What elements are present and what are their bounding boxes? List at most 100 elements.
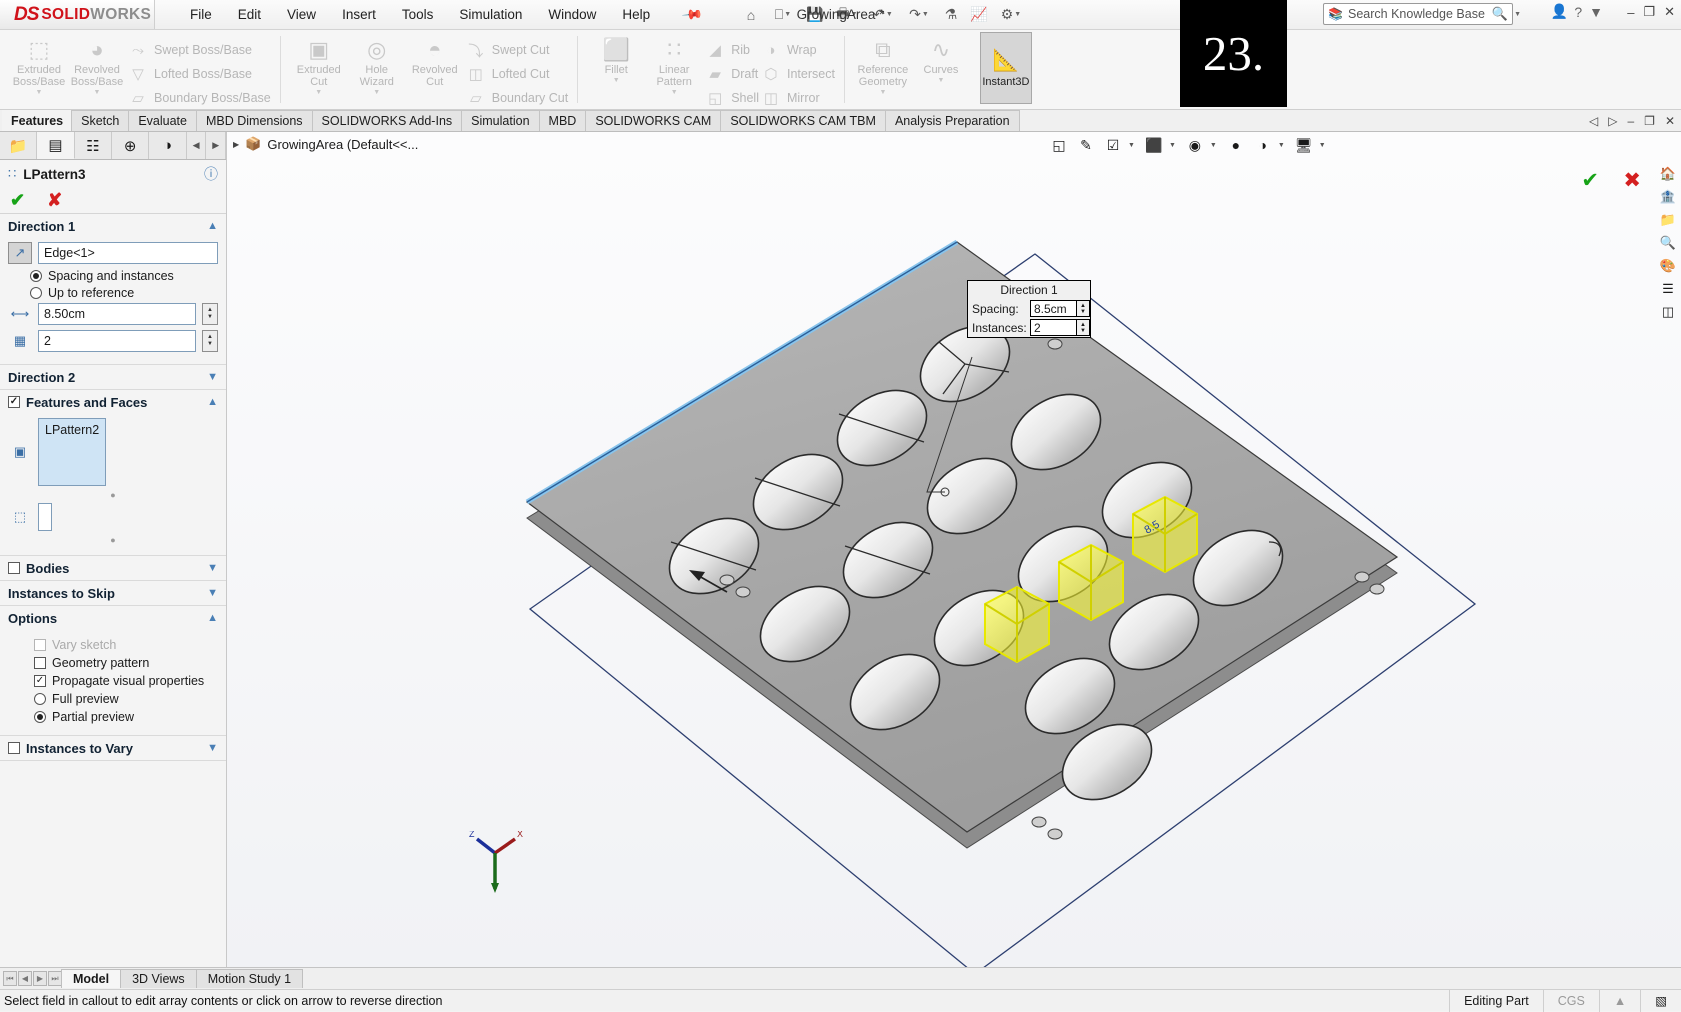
library-button[interactable]: 🏦 bbox=[1657, 187, 1679, 207]
instances-to-vary-header[interactable]: Instances to Vary ▼ bbox=[0, 736, 226, 760]
document-minimize-button[interactable]: – bbox=[1627, 114, 1634, 128]
tab-sketch[interactable]: Sketch bbox=[71, 110, 130, 131]
mounting-hole[interactable] bbox=[1369, 583, 1385, 595]
edit-appearance-button[interactable]: ● bbox=[1224, 134, 1248, 156]
last-tab-button[interactable]: ⏭ bbox=[48, 971, 62, 986]
features-list-box[interactable]: LPattern2 bbox=[38, 418, 107, 486]
tab-solidworks-add-ins[interactable]: SOLIDWORKS Add-Ins bbox=[311, 110, 463, 131]
tab-solidworks-cam-tbm[interactable]: SOLIDWORKS CAM TBM bbox=[720, 110, 886, 131]
chevron-down-icon[interactable]: ▼ bbox=[94, 89, 101, 96]
help-chevron-down-icon[interactable]: ▼ bbox=[1589, 4, 1603, 20]
chevron-down-icon[interactable]: ▼ bbox=[613, 77, 620, 84]
configuration-manager-tab[interactable]: ☷ bbox=[75, 132, 113, 159]
window-close-button[interactable]: ✕ bbox=[1664, 4, 1675, 20]
rib-button[interactable]: ◢ Rib bbox=[703, 38, 759, 62]
display-states-button[interactable]: ◫ bbox=[1657, 302, 1679, 322]
chevron-down-icon[interactable]: ▼ bbox=[1278, 142, 1285, 149]
panel-next-arrow[interactable]: ▶ bbox=[206, 132, 226, 159]
direction-1-header[interactable]: Direction 1 ▲ bbox=[0, 214, 226, 238]
display-manager-tab[interactable]: ◑ bbox=[149, 132, 187, 159]
chevron-up-icon[interactable]: ▲ bbox=[207, 396, 218, 408]
lofted-cut-button[interactable]: ◫ Lofted Cut bbox=[464, 62, 568, 86]
geometry-pattern-row[interactable]: Geometry pattern bbox=[34, 656, 218, 670]
panel-prev-arrow[interactable]: ◀ bbox=[187, 132, 207, 159]
mounting-hole[interactable] bbox=[1354, 571, 1370, 583]
menu-edit[interactable]: Edit bbox=[225, 3, 274, 26]
full-preview-radio[interactable] bbox=[34, 693, 46, 705]
fillet-button[interactable]: ⬜ Fillet ▼ bbox=[587, 34, 645, 85]
mounting-hole[interactable] bbox=[719, 574, 735, 586]
revolved-boss-base-button[interactable]: ◕ Revolved Boss/Base ▼ bbox=[68, 34, 126, 97]
prev-tab-button[interactable]: ◀ bbox=[18, 971, 32, 986]
direction-2-header[interactable]: Direction 2 ▼ bbox=[0, 365, 226, 389]
tab-mbd-dimensions[interactable]: MBD Dimensions bbox=[195, 110, 313, 131]
up-to-reference-radio[interactable] bbox=[30, 287, 42, 299]
confirm-accept-button[interactable]: ✔ bbox=[1581, 168, 1599, 193]
next-tab-button[interactable]: ▶ bbox=[33, 971, 47, 986]
propagate-visual-properties-checkbox[interactable]: ✓ bbox=[34, 675, 46, 687]
search-panel-button[interactable]: 🔍 bbox=[1657, 233, 1679, 253]
chevron-down-icon[interactable]: ▼ bbox=[207, 587, 218, 599]
document-restore-button[interactable]: ❐ bbox=[1644, 114, 1655, 128]
chevron-down-icon[interactable]: ▼ bbox=[315, 89, 322, 96]
spacing-and-instances-radio[interactable] bbox=[30, 270, 42, 282]
callout-instances-stepper[interactable]: ▲ ▼ bbox=[1077, 319, 1090, 336]
graphics-area[interactable]: ▶ 📦 GrowingArea (Default<<... ◱ ✎ ☑ ▼ ⬛ … bbox=[227, 132, 1681, 967]
feature-manager-tab[interactable]: 📁 bbox=[0, 132, 38, 159]
options-gear-icon[interactable]: ⚙ ▼ bbox=[994, 3, 1028, 27]
custom-properties-button[interactable]: ☰ bbox=[1657, 279, 1679, 299]
tab-simulation[interactable]: Simulation bbox=[461, 110, 540, 131]
tab-evaluate[interactable]: Evaluate bbox=[128, 110, 197, 131]
extruded-boss-base-button[interactable]: ⬚ Extruded Boss/Base ▼ bbox=[10, 34, 68, 97]
chevron-down-icon[interactable]: ▼ bbox=[207, 562, 218, 574]
spacing-and-instances-radio-row[interactable]: Spacing and instances bbox=[30, 269, 218, 283]
chevron-down-icon[interactable]: ▼ bbox=[207, 742, 218, 754]
rebuild-button[interactable]: 📈 bbox=[966, 3, 992, 27]
mounting-hole[interactable] bbox=[1047, 338, 1063, 350]
menu-insert[interactable]: Insert bbox=[329, 3, 389, 26]
resize-handle-dot[interactable]: ● bbox=[8, 491, 218, 500]
chevron-down-icon[interactable]: ▼ bbox=[1319, 142, 1326, 149]
model-3d-view[interactable]: 8.5 Plane1 bbox=[227, 132, 1681, 967]
tab-features[interactable]: Features bbox=[2, 110, 73, 131]
chevron-down-icon[interactable]: ▼ bbox=[1169, 142, 1176, 149]
first-tab-button[interactable]: ⏮ bbox=[3, 971, 17, 986]
section-view-button[interactable]: ✎ bbox=[1074, 134, 1098, 156]
units-label[interactable]: CGS bbox=[1542, 989, 1599, 1012]
units-chevron-up-icon[interactable]: ▲ bbox=[1598, 989, 1640, 1012]
direction-1-edge-input[interactable]: Edge<1> bbox=[38, 242, 218, 264]
curves-button[interactable]: ∿ Curves ▼ bbox=[912, 34, 970, 85]
bottom-tab-3d-views[interactable]: 3D Views bbox=[120, 969, 197, 988]
user-account-icon[interactable]: 👤 bbox=[1551, 3, 1568, 20]
search-dropdown-chevron-down-icon[interactable]: ▼ bbox=[1514, 11, 1521, 18]
features-and-faces-checkbox[interactable]: ✓ bbox=[8, 396, 20, 408]
home-button[interactable]: 🏠 bbox=[1657, 164, 1679, 184]
chevron-down-icon[interactable]: ▼ bbox=[1210, 142, 1217, 149]
chevron-down-icon[interactable]: ▼ bbox=[1128, 142, 1135, 149]
zoom-to-fit-button[interactable]: ◱ bbox=[1047, 134, 1071, 156]
bottom-tab-model[interactable]: Model bbox=[61, 969, 122, 988]
confirm-cancel-button[interactable]: ✖ bbox=[1623, 168, 1641, 193]
open-document-button[interactable]: ⎕ ▼ bbox=[766, 3, 800, 27]
chevron-down-icon[interactable]: ▼ bbox=[937, 77, 944, 84]
panel-collapse-left-button[interactable]: ◁ bbox=[1589, 114, 1598, 128]
redo-button[interactable]: ↷ ▼ bbox=[902, 3, 936, 27]
chevron-down-icon[interactable]: ▼ bbox=[207, 371, 218, 383]
callout-instances-input[interactable]: 2 bbox=[1030, 319, 1077, 336]
mounting-hole[interactable] bbox=[1031, 816, 1047, 828]
dimxpert-manager-tab[interactable]: ⊕ bbox=[112, 132, 150, 159]
faces-list-box[interactable] bbox=[38, 503, 52, 531]
chevron-up-icon[interactable]: ▲ bbox=[207, 612, 218, 624]
instances-to-vary-checkbox[interactable] bbox=[8, 742, 20, 754]
linear-pattern-button[interactable]: ∷ Linear Pattern ▼ bbox=[645, 34, 703, 97]
full-preview-row[interactable]: Full preview bbox=[34, 692, 218, 706]
chevron-down-icon[interactable]: ▼ bbox=[373, 89, 380, 96]
boundary-boss-base-button[interactable]: ▱ Boundary Boss/Base bbox=[126, 86, 271, 110]
chevron-down-icon[interactable]: ▼ bbox=[879, 89, 886, 96]
spacing-stepper[interactable]: ▲ ▼ bbox=[202, 303, 218, 325]
hide-show-items-button[interactable]: ◉ bbox=[1183, 134, 1207, 156]
search-icon[interactable]: 🔍 bbox=[1492, 6, 1508, 22]
geometry-pattern-checkbox[interactable] bbox=[34, 657, 46, 669]
resize-handle-dot[interactable]: ● bbox=[8, 536, 218, 545]
chevron-right-icon[interactable]: ▶ bbox=[233, 140, 239, 149]
